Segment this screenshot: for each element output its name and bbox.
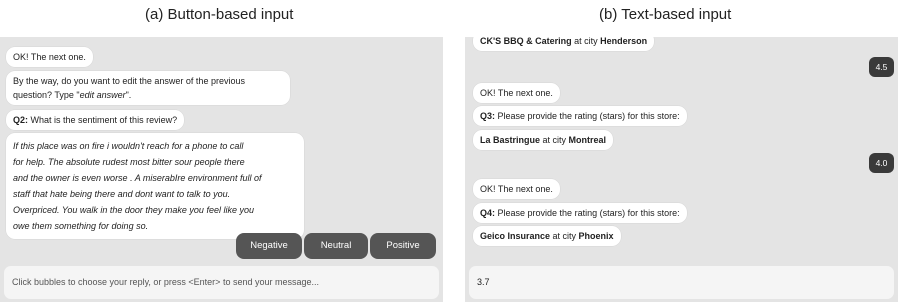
q4-label: Q4: <box>480 208 496 218</box>
store-name: La Bastringue <box>480 135 541 145</box>
q4-text: Please provide the rating (stars) for th… <box>495 208 680 218</box>
city-name: Phoenix <box>578 231 614 241</box>
q2-label: Q2: <box>13 115 29 125</box>
review-text-bubble: If this place was on fire i wouldn't rea… <box>6 133 304 239</box>
city-name: Montreal <box>568 135 607 145</box>
bot-message-next-one: OK! The next one. <box>473 179 560 199</box>
q3-label: Q3: <box>480 111 496 121</box>
chat-panel-button-based: OK! The next one. By the way, do you wan… <box>0 37 443 302</box>
review-line: and the owner is even worse . A miserabI… <box>13 173 262 183</box>
store-name: CK'S BBQ & Catering <box>480 37 572 46</box>
bot-question-q2: Q2: What is the sentiment of this review… <box>6 110 185 130</box>
at-city-text: at city <box>540 135 569 145</box>
edit-prompt-line1: By the way, do you want to edit the answ… <box>13 76 245 86</box>
caption-button-based: (a) Button-based input <box>145 6 294 23</box>
store-message-q4: Geico Insurance at city Phoenix <box>473 226 621 246</box>
bot-message-edit-prompt: By the way, do you want to edit the answ… <box>6 71 290 105</box>
neutral-button[interactable]: Neutral <box>304 233 368 259</box>
q3-text: Please provide the rating (stars) for th… <box>495 111 680 121</box>
review-line: owe them something for doing so. <box>13 221 149 231</box>
q2-text: What is the sentiment of this review? <box>28 115 178 125</box>
edit-prompt-suffix: ". <box>125 90 132 100</box>
negative-button[interactable]: Negative <box>236 233 302 259</box>
bot-message-next-one: OK! The next one. <box>473 83 560 103</box>
store-message-q3: La Bastringue at city Montreal <box>473 130 614 150</box>
review-line: If this place was on fire i wouldn't rea… <box>13 141 244 151</box>
message-input[interactable]: Click bubbles to choose your reply, or p… <box>4 266 439 299</box>
city-name: Henderson <box>600 37 648 46</box>
at-city-text: at city <box>550 231 579 241</box>
store-name: Geico Insurance <box>480 231 551 241</box>
caption-text-based: (b) Text-based input <box>599 6 732 23</box>
rating-input[interactable]: 3.7 <box>469 266 894 299</box>
at-city-text: at city <box>571 37 601 46</box>
bot-question-q4: Q4: Please provide the rating (stars) fo… <box>473 203 687 223</box>
edit-prompt-prefix: question? Type " <box>13 90 80 100</box>
edit-answer-keyword: edit answer <box>79 90 126 100</box>
bot-question-q3: Q3: Please provide the rating (stars) fo… <box>473 106 687 126</box>
user-rating-reply: 4.5 <box>869 57 894 77</box>
store-message-cut: CK'S BBQ & Catering at city Henderson <box>473 37 655 51</box>
user-rating-reply: 4.0 <box>869 153 894 173</box>
review-line: staff that hate being there and dont wan… <box>13 189 231 199</box>
chat-panel-text-based: CK'S BBQ & Catering at city Henderson 4.… <box>465 37 898 302</box>
bot-message-next-one: OK! The next one. <box>6 47 93 67</box>
review-line: for help. The absolute rudest most bitte… <box>13 157 245 167</box>
review-line: Overpriced. You walk in the door they ma… <box>13 205 254 215</box>
positive-button[interactable]: Positive <box>370 233 436 259</box>
